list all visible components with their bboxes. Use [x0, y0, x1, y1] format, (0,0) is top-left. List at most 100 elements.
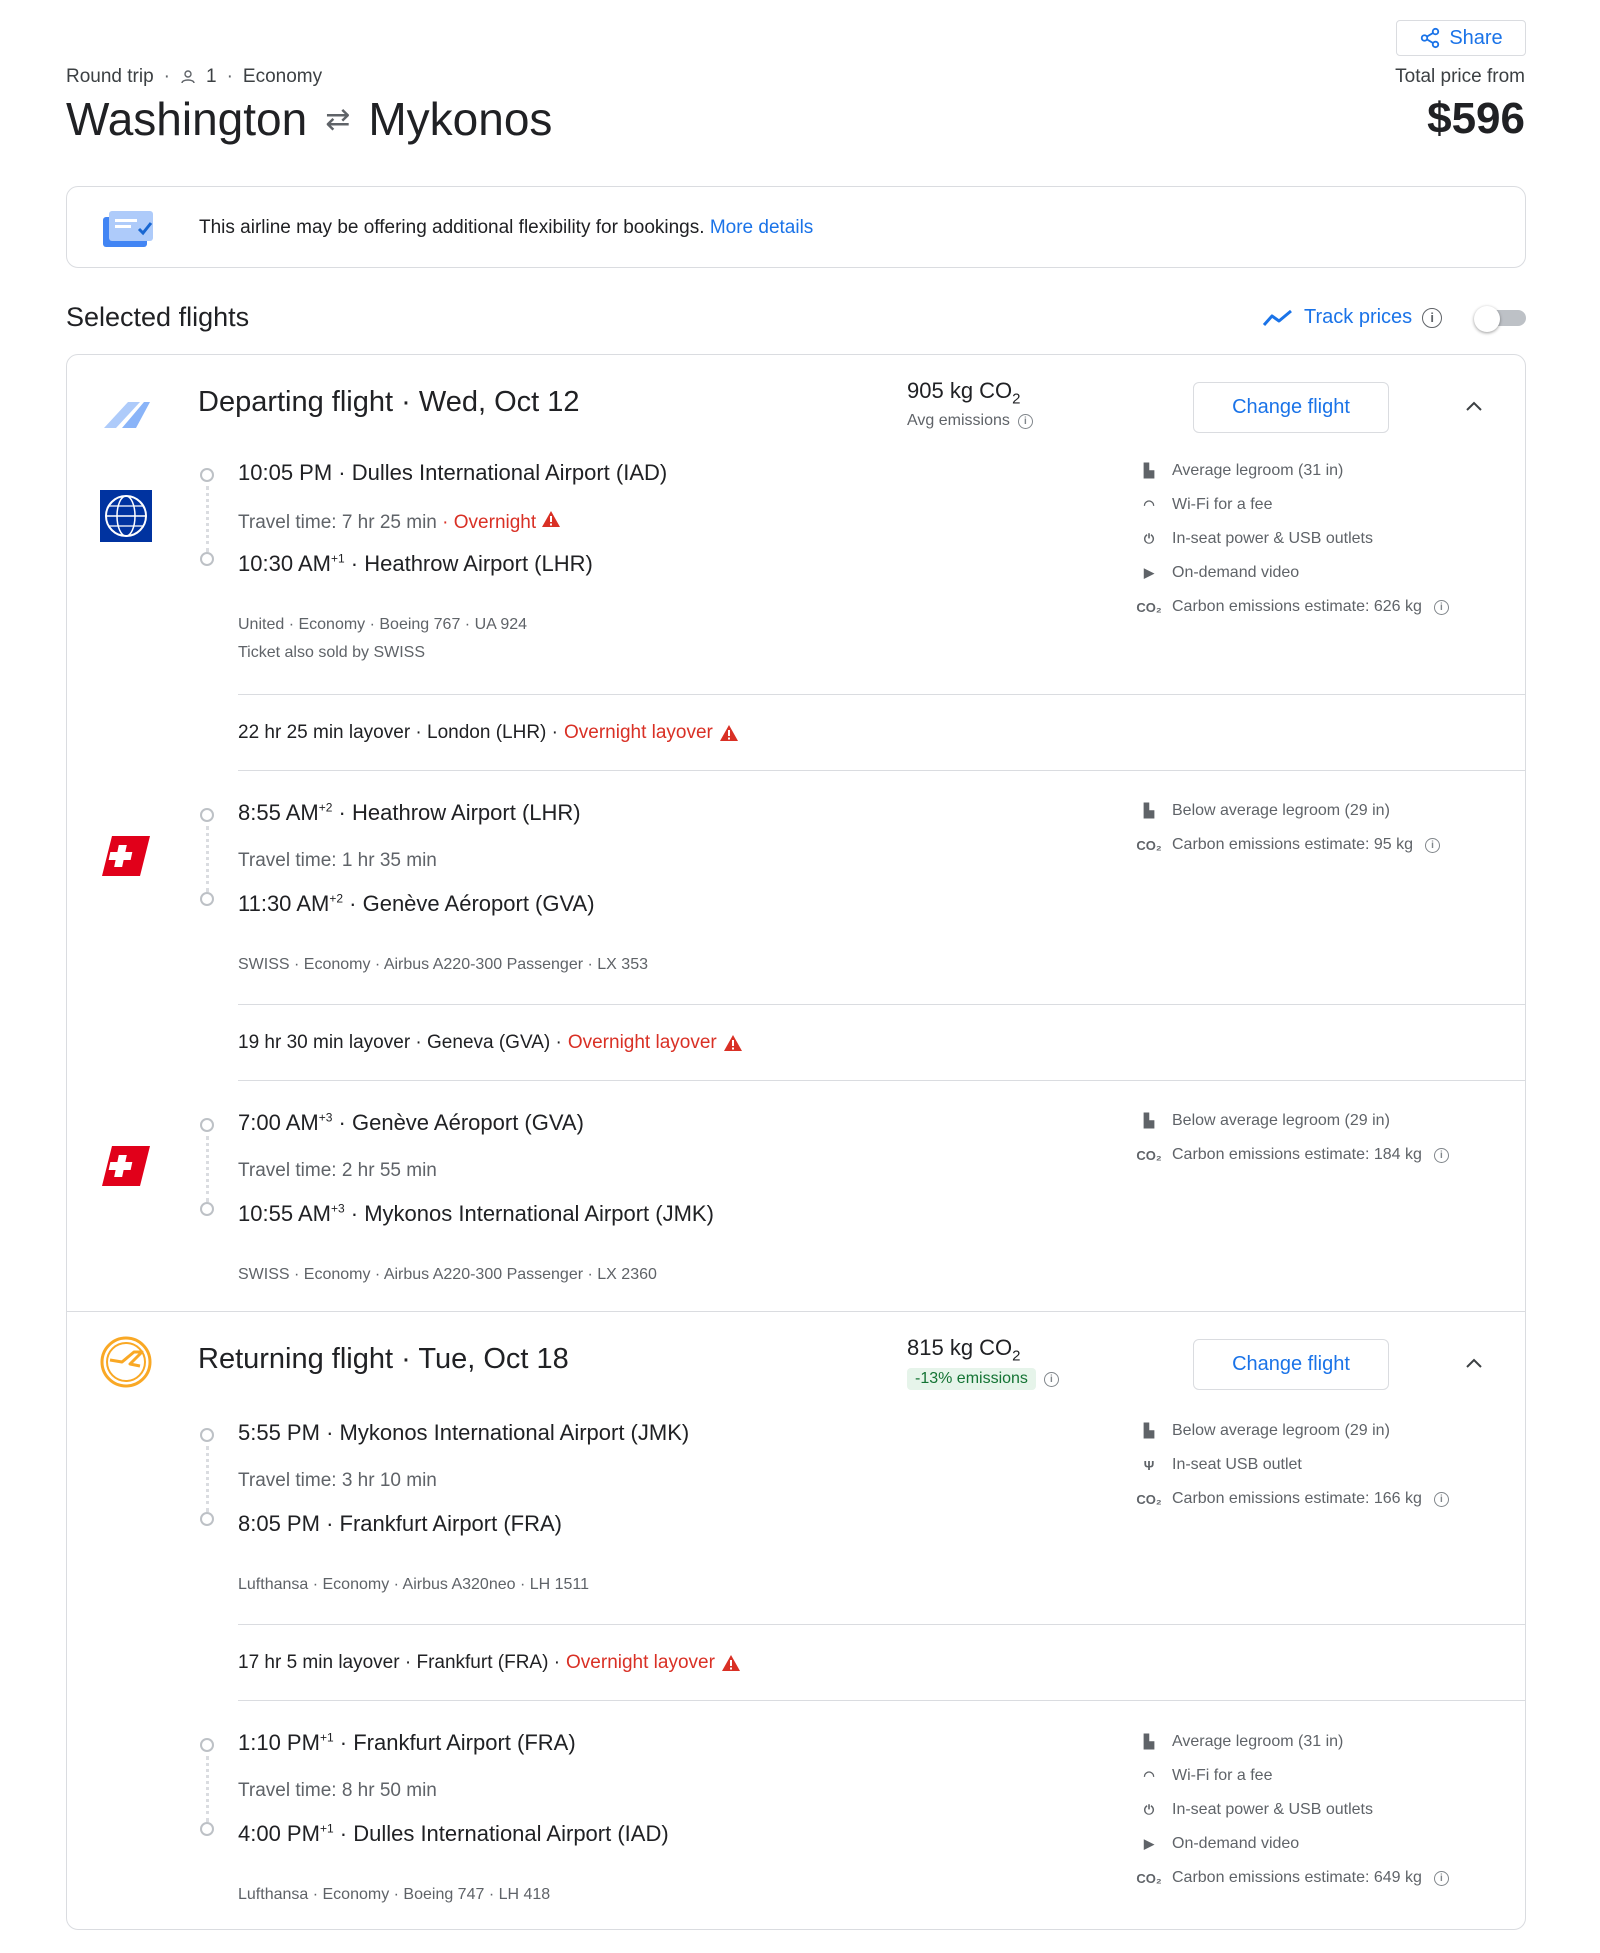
selected-flights-title: Selected flights	[66, 302, 250, 332]
power-icon: ⏻	[1143, 531, 1155, 546]
warning-icon	[542, 511, 561, 527]
united-logo	[100, 490, 152, 542]
warning-icon	[721, 1655, 740, 1671]
travel-time: Travel time: 3 hr 10 min	[238, 1470, 437, 1491]
passenger-count: 1	[206, 66, 217, 87]
timeline-dot	[200, 1428, 214, 1442]
arrival-time: 8:05 PM · Frankfurt Airport (FRA)	[238, 1511, 562, 1536]
info-icon[interactable]: i	[1433, 599, 1449, 615]
flight-details: Lufthansa · Economy · Airbus A320neo · L…	[238, 1576, 590, 1593]
track-prices[interactable]: Track prices i	[1262, 306, 1443, 329]
change-returning-flight-button[interactable]: Change flight	[1193, 1339, 1389, 1390]
arrival-airport: Dulles International Airport (IAD)	[353, 1821, 669, 1846]
swiss-logo	[102, 1146, 150, 1186]
power-icon: ⏻	[1143, 1802, 1155, 1817]
departing-plane-icon	[104, 402, 150, 428]
returning-emissions-badge: -13% emissions i	[907, 1368, 1059, 1390]
info-icon[interactable]: i	[1422, 307, 1443, 328]
person-icon	[181, 70, 195, 84]
departure-airport: Heathrow Airport (LHR)	[351, 800, 581, 825]
info-icon[interactable]: i	[1043, 1371, 1059, 1387]
co2-icon: CO₂	[1136, 1491, 1162, 1507]
layover-info: 17 hr 5 min layover · Frankfurt (FRA) · …	[238, 1652, 741, 1674]
banner-text: This airline may be offering additional …	[199, 217, 705, 238]
track-prices-toggle[interactable]	[1474, 306, 1526, 332]
trip-type: Round trip	[66, 66, 154, 87]
arrival-time: 11:30 AM+2 · Genève Aéroport (GVA)	[238, 891, 595, 916]
flight-details: SWISS · Economy · Airbus A220-300 Passen…	[238, 1266, 657, 1283]
origin-city: Washington	[66, 93, 308, 145]
amenity-legroom: ▙ Below average legroom (29 in)	[1138, 1112, 1390, 1130]
info-icon[interactable]: i	[1425, 837, 1440, 853]
amenity-legroom: ▙ Below average legroom (29 in)	[1138, 1422, 1390, 1440]
video-icon: ▶	[1144, 565, 1154, 580]
timeline-dot	[200, 468, 214, 482]
more-details-link[interactable]: More details	[710, 217, 814, 238]
returning-date: Tue, Oct 18	[418, 1343, 569, 1375]
legroom-icon: ▙	[1144, 1113, 1154, 1128]
legroom-icon: ▙	[1144, 1423, 1154, 1438]
departure-time: 7:00 AM+3 · Genève Aéroport (GVA)	[238, 1110, 584, 1135]
overnight-layover-flag: Overnight layover	[563, 722, 713, 743]
departure-time: 5:55 PM · Mykonos International Airport …	[238, 1420, 690, 1445]
legroom-icon: ▙	[1144, 463, 1154, 478]
departure-time: 8:55 AM+2 · Heathrow Airport (LHR)	[238, 800, 581, 825]
amenity-co2: CO₂ Carbon emissions estimate: 184 kg i	[1136, 1146, 1449, 1164]
layover-info: 19 hr 30 min layover · Geneva (GVA) · Ov…	[238, 1032, 743, 1054]
chevron-up-icon[interactable]	[1462, 1352, 1486, 1376]
booking-flexibility-icon	[103, 211, 153, 247]
amenity-co2: CO₂ Carbon emissions estimate: 649 kg i	[1136, 1869, 1449, 1887]
flight-details: Lufthansa · Economy · Boeing 747 · LH 41…	[238, 1886, 551, 1903]
co2-icon: CO₂	[1136, 599, 1162, 615]
info-icon[interactable]: i	[1017, 413, 1033, 429]
info-icon[interactable]: i	[1433, 1147, 1449, 1163]
swiss-logo	[102, 836, 150, 876]
travel-time: Travel time: 8 hr 50 min	[238, 1780, 437, 1801]
share-button[interactable]: Share	[1396, 20, 1526, 56]
video-icon: ▶	[1144, 1836, 1154, 1851]
arrival-airport: Frankfurt Airport (FRA)	[339, 1511, 562, 1536]
lufthansa-logo	[100, 1336, 152, 1388]
trip-meta: Round trip · 1 · Economy	[66, 66, 323, 87]
overnight-layover-flag: Overnight layover	[566, 1652, 715, 1673]
travel-time: Travel time: 2 hr 55 min	[238, 1160, 437, 1181]
flights-card	[66, 354, 1526, 1930]
timeline-dot	[200, 1202, 214, 1216]
info-icon[interactable]: i	[1433, 1870, 1449, 1886]
emissions-badge: -13% emissions	[907, 1368, 1036, 1390]
amenity-video: ▶ On-demand video	[1138, 564, 1299, 582]
departure-airport: Dulles International Airport (IAD)	[351, 460, 668, 485]
timeline-dot	[200, 1512, 214, 1526]
amenity-power: ⏻ In-seat power & USB outlets	[1138, 530, 1373, 548]
overnight-flag: Overnight	[453, 512, 537, 533]
total-price: $596	[1427, 94, 1525, 143]
co2-icon: CO₂	[1136, 837, 1162, 853]
change-departing-flight-button[interactable]: Change flight	[1193, 382, 1389, 433]
amenity-wifi: ◠ Wi-Fi for a fee	[1138, 1767, 1272, 1785]
timeline-dot	[200, 892, 214, 906]
amenity-co2: CO₂ Carbon emissions estimate: 626 kg i	[1136, 598, 1449, 616]
card-divider	[66, 1311, 1526, 1312]
travel-time: Travel time: 1 hr 35 min	[238, 850, 437, 871]
amenity-legroom: ▙ Below average legroom (29 in)	[1138, 802, 1390, 820]
info-icon[interactable]: i	[1433, 1491, 1449, 1507]
returning-co2: 815 kg CO2	[907, 1335, 1021, 1365]
amenity-co2: CO₂ Carbon emissions estimate: 166 kg i	[1136, 1490, 1449, 1508]
arrival-time: 10:30 AM+1 · Heathrow Airport (LHR)	[238, 551, 593, 576]
departure-time: 1:10 PM+1 · Frankfurt Airport (FRA)	[238, 1730, 576, 1755]
codeshare-note: Ticket also sold by SWISS	[238, 644, 426, 661]
flight-details: SWISS · Economy · Airbus A220-300 Passen…	[238, 956, 648, 973]
arrival-time: 10:55 AM+3 · Mykonos International Airpo…	[238, 1201, 714, 1226]
amenity-video: ▶ On-demand video	[1138, 1835, 1299, 1853]
returning-flight-title: Returning flight · Tue, Oct 18	[198, 1343, 569, 1375]
departure-time: 10:05 PM · Dulles International Airport …	[238, 460, 668, 485]
co2-icon: CO₂	[1136, 1870, 1162, 1886]
usb-icon: Ψ	[1143, 1457, 1155, 1473]
round-trip-arrows-icon: ⇄	[325, 102, 351, 136]
chevron-up-icon[interactable]	[1462, 395, 1486, 419]
departing-co2: 905 kg CO2	[907, 378, 1021, 408]
travel-time: Travel time: 7 hr 25 min · Overnight	[238, 510, 561, 534]
departure-airport: Mykonos International Airport (JMK)	[339, 1420, 690, 1445]
cabin-class: Economy	[242, 66, 323, 87]
layover-info: 22 hr 25 min layover · London (LHR) · Ov…	[238, 722, 739, 744]
